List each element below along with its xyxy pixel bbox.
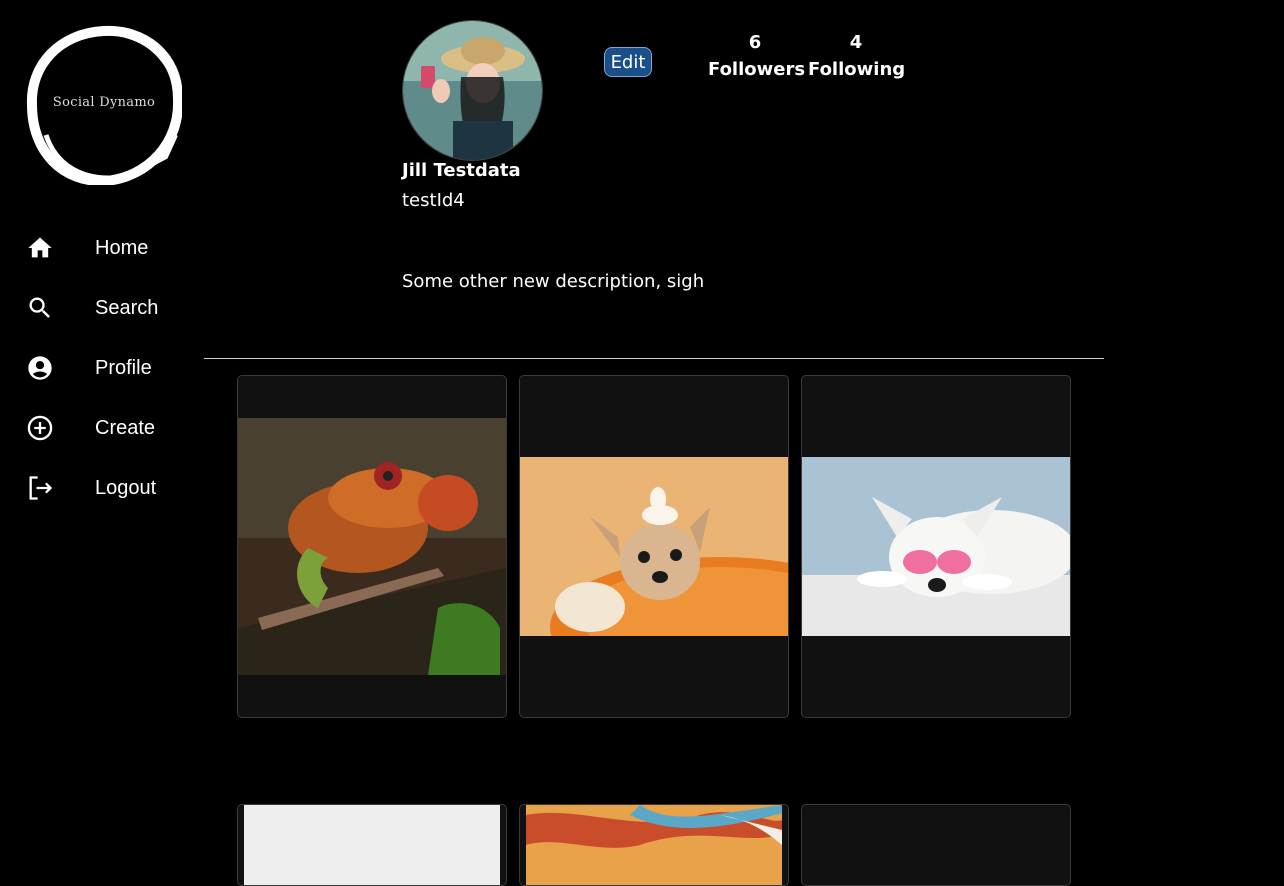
home-icon bbox=[24, 232, 56, 264]
section-divider bbox=[204, 358, 1104, 359]
sidebar-item-logout[interactable]: Logout bbox=[24, 458, 158, 518]
post-image bbox=[238, 418, 506, 675]
followers-label: Followers bbox=[708, 59, 806, 80]
post-card-chameleon[interactable] bbox=[237, 375, 507, 718]
post-image bbox=[520, 457, 788, 636]
sidebar-item-label: Logout bbox=[95, 476, 157, 499]
followers-stat[interactable]: 6 Followers bbox=[708, 32, 806, 84]
profile-name: Jill Testdata bbox=[402, 160, 521, 181]
add-circle-icon bbox=[24, 412, 56, 444]
app-logo[interactable]: Social Dynamo bbox=[26, 25, 184, 187]
sidebar-nav: Home Search Profile Create Logout bbox=[24, 218, 158, 518]
sidebar-item-search[interactable]: Search bbox=[24, 278, 158, 338]
following-count: 4 bbox=[849, 32, 863, 53]
profile-description: Some other new description, sigh bbox=[402, 271, 705, 292]
sidebar-item-label: Create bbox=[95, 416, 156, 439]
logout-icon bbox=[24, 472, 56, 504]
post-image bbox=[244, 805, 500, 885]
sidebar-item-label: Search bbox=[95, 296, 159, 319]
sidebar-item-label: Home bbox=[95, 236, 149, 259]
post-card-marble[interactable] bbox=[519, 804, 789, 886]
account-circle-icon bbox=[24, 352, 56, 384]
post-card-empty[interactable] bbox=[801, 804, 1071, 886]
following-label: Following bbox=[808, 59, 906, 80]
sidebar-item-label: Profile bbox=[95, 356, 152, 379]
post-image bbox=[802, 457, 1070, 636]
post-card-white[interactable] bbox=[237, 804, 507, 886]
profile-avatar bbox=[402, 20, 543, 161]
sidebar-item-profile[interactable]: Profile bbox=[24, 338, 158, 398]
followers-count: 6 bbox=[748, 32, 762, 53]
edit-profile-button[interactable]: Edit bbox=[604, 47, 652, 77]
post-image bbox=[526, 805, 782, 885]
post-card-white-dog[interactable] bbox=[801, 375, 1071, 718]
sidebar-item-home[interactable]: Home bbox=[24, 218, 158, 278]
profile-handle: testId4 bbox=[402, 190, 465, 211]
sidebar-item-create[interactable]: Create bbox=[24, 398, 158, 458]
following-stat[interactable]: 4 Following bbox=[808, 32, 906, 84]
post-card-chihuahua[interactable] bbox=[519, 375, 789, 718]
logo-text: Social Dynamo bbox=[52, 95, 156, 110]
search-icon bbox=[24, 292, 56, 324]
